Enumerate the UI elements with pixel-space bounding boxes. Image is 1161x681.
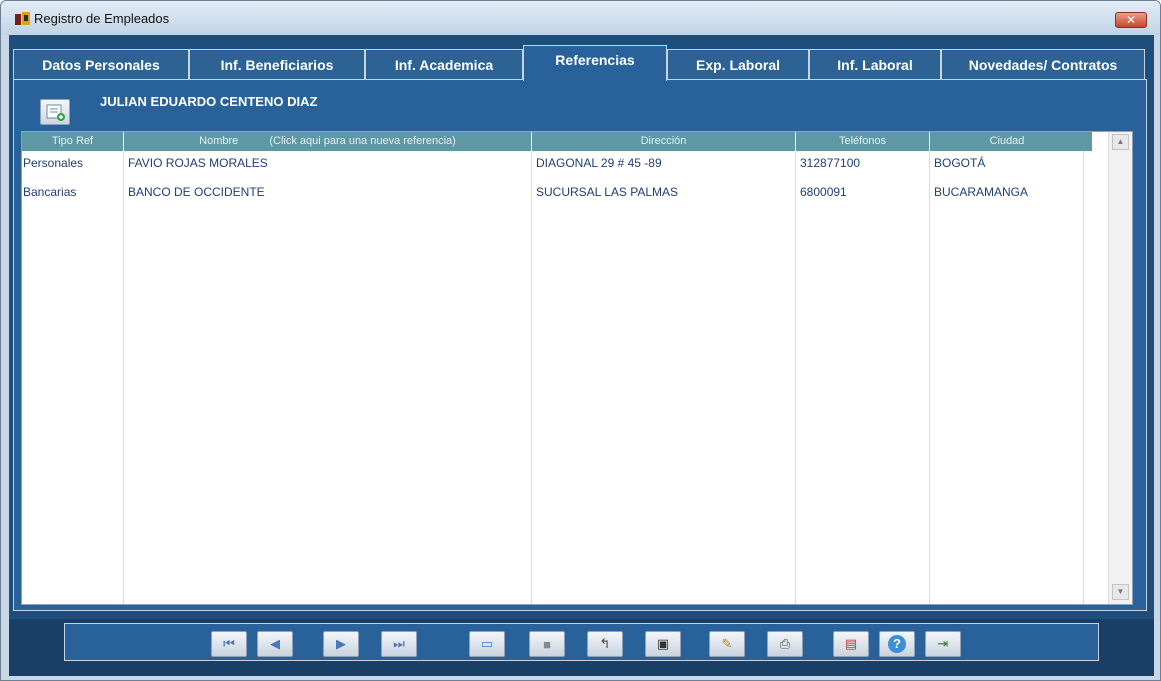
column-divider [1083, 151, 1084, 604]
edit-button[interactable]: ✎ [709, 631, 745, 657]
column-header-direccion[interactable]: Dirección [532, 132, 796, 151]
column-divider [795, 151, 796, 604]
previous-icon: ◀ [270, 636, 280, 651]
cell-ciudad: BUCARAMANGA [934, 185, 1029, 199]
tab-exp-laboral[interactable]: Exp. Laboral [667, 49, 809, 79]
print-button[interactable]: ⎙ [767, 631, 803, 657]
camera-button[interactable]: ▣ [645, 631, 681, 657]
column-divider [123, 151, 124, 604]
edit-icon: ✎ [721, 636, 733, 651]
report-button[interactable]: ▤ [833, 631, 869, 657]
next-record-button[interactable]: ▶ [323, 631, 359, 657]
exit-button[interactable]: ⇥ [925, 631, 961, 657]
cell-tipo-ref: Personales [23, 156, 84, 170]
referencias-panel: JULIAN EDUARDO CENTENO DIAZ Tipo Ref Nom… [13, 79, 1147, 611]
cell-direccion: DIAGONAL 29 # 45 -89 [536, 156, 662, 170]
column-divider [531, 151, 532, 604]
first-record-icon: ⏮ [223, 636, 235, 651]
column-header-tipo-ref[interactable]: Tipo Ref [22, 132, 124, 151]
undo-icon: ↰ [599, 636, 611, 651]
stop-button[interactable]: ■ [529, 631, 565, 657]
navigation-toolbar: ⏮ ◀ ▶ ⏭ ▭ ■ ↰ ▣ ✎ ⎙ ▤ ? ⇥ [64, 623, 1099, 661]
scroll-up-arrow[interactable]: ▲ [1112, 134, 1129, 150]
cell-telefono: 312877100 [800, 156, 861, 170]
title-bar[interactable]: Registro de Empleados ✕ [1, 1, 1160, 35]
first-record-button[interactable]: ⏮ [211, 631, 247, 657]
toolbar-area: ⏮ ◀ ▶ ⏭ ▭ ■ ↰ ▣ ✎ ⎙ ▤ ? ⇥ [9, 619, 1154, 676]
tab-novedades-contratos[interactable]: Novedades/ Contratos [941, 49, 1145, 79]
last-record-button[interactable]: ⏭ [381, 631, 417, 657]
tab-inf-laboral[interactable]: Inf. Laboral [809, 49, 941, 79]
new-icon: ▭ [480, 636, 494, 651]
tab-inf-beneficiarios[interactable]: Inf. Beneficiarios [189, 49, 365, 79]
cell-nombre: FAVIO ROJAS MORALES [128, 156, 268, 170]
table-row[interactable]: Bancarias BANCO DE OCCIDENTE SUCURSAL LA… [22, 182, 1092, 202]
stop-icon: ■ [543, 636, 551, 652]
help-button[interactable]: ? [879, 631, 915, 657]
table-row[interactable]: Personales FAVIO ROJAS MORALES DIAGONAL … [22, 153, 1092, 173]
print-icon: ⎙ [779, 636, 791, 651]
employee-name: JULIAN EDUARDO CENTENO DIAZ [100, 94, 318, 109]
app-window: Registro de Empleados ✕ Datos Personales… [0, 0, 1161, 681]
column-header-ciudad[interactable]: Ciudad [930, 132, 1084, 151]
tab-referencias[interactable]: Referencias [523, 45, 667, 81]
cell-nombre: BANCO DE OCCIDENTE [128, 185, 265, 199]
new-reference-button[interactable] [40, 99, 70, 125]
cell-tipo-ref: Bancarias [23, 185, 77, 199]
grid-header: Tipo Ref Nombre (Click aqui para una nue… [22, 132, 1092, 151]
next-icon: ▶ [336, 636, 346, 651]
vertical-scrollbar[interactable]: ▲ ▼ [1108, 132, 1132, 604]
previous-record-button[interactable]: ◀ [257, 631, 293, 657]
camera-icon: ▣ [656, 636, 670, 651]
column-header-nombre[interactable]: Nombre (Click aqui para una nueva refere… [124, 132, 532, 151]
nombre-header-label: Nombre [199, 135, 239, 147]
help-icon: ? [888, 635, 906, 653]
close-button[interactable]: ✕ [1115, 12, 1147, 28]
new-document-icon [46, 104, 65, 121]
exit-icon: ⇥ [937, 636, 949, 651]
column-header-telefonos[interactable]: Teléfonos [796, 132, 930, 151]
client-area: Datos Personales Inf. Beneficiarios Inf.… [9, 35, 1154, 676]
document-icon: ▤ [844, 636, 858, 651]
tab-strip: Datos Personales Inf. Beneficiarios Inf.… [13, 45, 1147, 81]
last-record-icon: ⏭ [393, 636, 405, 651]
new-reference-hint[interactable]: (Click aqui para una nueva referencia) [269, 135, 456, 147]
window-title: Registro de Empleados [34, 11, 170, 26]
tab-datos-personales[interactable]: Datos Personales [13, 49, 189, 79]
references-grid: Tipo Ref Nombre (Click aqui para una nue… [21, 131, 1133, 605]
tab-inf-academica[interactable]: Inf. Academica [365, 49, 523, 79]
scroll-down-arrow[interactable]: ▼ [1112, 584, 1129, 600]
column-divider [929, 151, 930, 604]
cell-direccion: SUCURSAL LAS PALMAS [536, 185, 679, 199]
app-icon [15, 12, 30, 25]
undo-button[interactable]: ↰ [587, 631, 623, 657]
cell-telefono: 6800091 [800, 185, 847, 199]
new-record-button[interactable]: ▭ [469, 631, 505, 657]
cell-ciudad: BOGOTÁ [934, 156, 986, 170]
